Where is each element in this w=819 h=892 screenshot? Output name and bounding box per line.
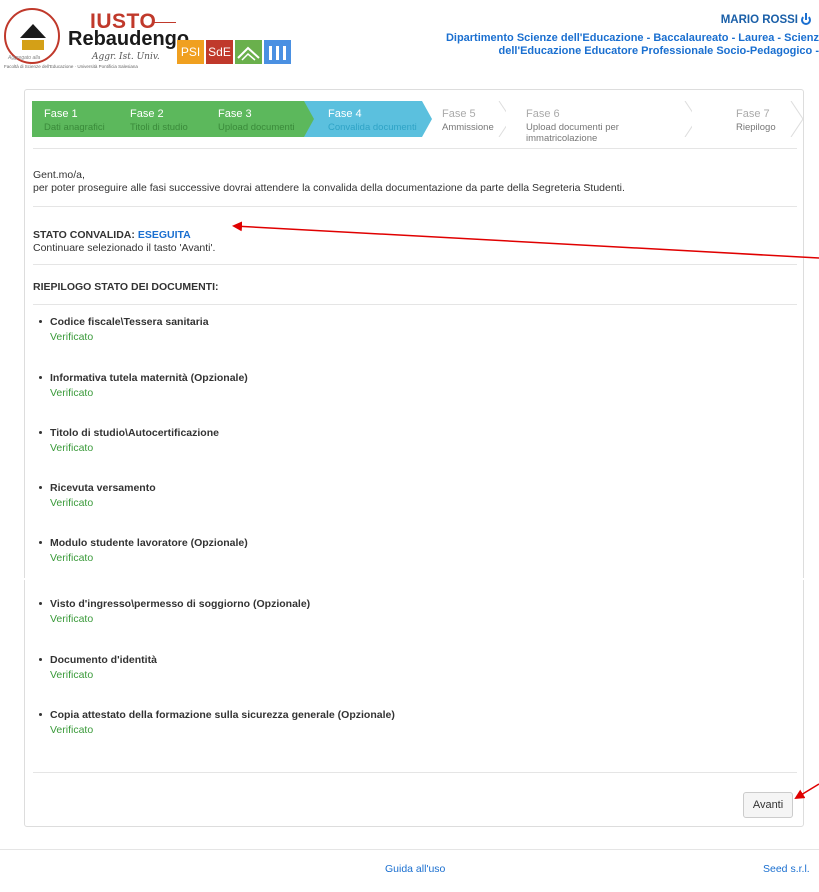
document-item: Informativa tutela maternità (Opzionale)… xyxy=(39,372,248,399)
step-4[interactable]: Fase 4 Convalida documenti xyxy=(304,101,432,137)
document-name: Modulo studente lavoratore (Opzionale) xyxy=(50,537,248,549)
divider xyxy=(33,304,797,305)
logout-power-icon[interactable] xyxy=(801,13,811,25)
divider xyxy=(33,206,797,207)
step-subtitle: Convalida documenti xyxy=(328,122,417,133)
document-item: Ricevuta versamento Verificato xyxy=(39,482,156,509)
step-subtitle: Dati anagrafici xyxy=(44,122,105,133)
step-title: Fase 5 xyxy=(442,108,476,120)
document-name: Codice fiscale\Tessera sanitaria xyxy=(50,316,209,328)
step-subtitle: Upload documenti xyxy=(218,122,295,133)
company-link[interactable]: Seed s.r.l. xyxy=(763,863,810,875)
department-line-2: dell'Educazione Educatore Professionale … xyxy=(498,45,819,57)
step-6: Fase 6 Upload documenti per immatricolaz… xyxy=(506,101,698,144)
step-title: Fase 4 xyxy=(328,108,362,120)
document-item: Modulo studente lavoratore (Opzionale) Ve… xyxy=(39,537,248,564)
riepilogo-title: RIEPILOGO STATO DEI DOCUMENTI: xyxy=(33,281,219,293)
stato-hint: Continuare selezionado il tasto 'Avanti'… xyxy=(33,242,216,254)
blue-columns-icon xyxy=(264,40,291,64)
document-status: Verificato xyxy=(50,331,94,343)
step-arrow xyxy=(110,101,120,137)
step-title: Fase 2 xyxy=(130,108,164,120)
step-title: Fase 6 xyxy=(526,108,560,120)
step-2[interactable]: Fase 2 Titoli di studio xyxy=(110,101,208,137)
stato-value: ESEGUITA xyxy=(137,229,191,241)
document-status: Verificato xyxy=(50,387,94,399)
document-item: Documento d'identità Verificato xyxy=(39,654,157,681)
step-arrow xyxy=(304,101,314,137)
document-name: Informativa tutela maternità (Opzionale) xyxy=(50,372,248,384)
document-status: Verificato xyxy=(50,442,94,454)
document-item: Visto d'ingresso\permesso di soggiorno (… xyxy=(39,598,311,625)
document-name: Ricevuta versamento xyxy=(50,482,156,494)
step-title: Fase 3 xyxy=(218,108,252,120)
logo-faculty: Facoltà di Scienze dell'Educazione · Uni… xyxy=(4,64,138,69)
document-status: Verificato xyxy=(50,613,94,625)
logo-signature: Aggr. Ist. Univ. xyxy=(92,52,160,62)
logo-divider xyxy=(152,22,176,23)
document-status: Verificato xyxy=(50,724,94,736)
wizard-card: Fase 1 Dati anagrafici Fase 2 Titoli di … xyxy=(24,89,804,827)
psi-badge: PSI xyxy=(177,40,204,64)
greeting: Gent.mo/a, xyxy=(33,169,85,181)
document-name: Titolo di studio\Autocertificazione xyxy=(50,427,219,439)
step-3[interactable]: Fase 3 Upload documenti xyxy=(198,101,314,137)
step-chevron xyxy=(790,101,804,137)
user-name: MARIO ROSSI xyxy=(720,14,798,26)
step-subtitle: Riepilogo xyxy=(736,122,776,133)
divider xyxy=(33,148,797,149)
department-title: Dipartimento Scienze dell'Educazione - B… xyxy=(446,32,819,58)
step-7: Fase 7 Riepilogo xyxy=(692,101,804,137)
footer-divider xyxy=(0,849,819,850)
document-name: Visto d'ingresso\permesso di soggiorno (… xyxy=(50,598,311,610)
document-item: Codice fiscale\Tessera sanitaria Verifica… xyxy=(39,316,209,343)
wizard-steps: Fase 1 Dati anagrafici Fase 2 Titoli di … xyxy=(32,101,804,144)
user-menu[interactable]: MARIO ROSSI xyxy=(720,13,811,26)
divider xyxy=(33,772,797,773)
logo-tagline: Aggregato alla xyxy=(8,55,41,61)
document-status: Verificato xyxy=(50,669,94,681)
green-roof-icon xyxy=(235,40,262,64)
iusto-logo[interactable]: IUSTO Rebaudengo Aggr. Ist. Univ. Aggreg… xyxy=(4,8,194,72)
step-subtitle: Titoli di studio xyxy=(130,122,188,133)
step-subtitle: Ammissione xyxy=(442,122,494,133)
document-status: Verificato xyxy=(50,552,94,564)
step-arrow xyxy=(198,101,208,137)
step-title: Fase 1 xyxy=(44,108,78,120)
step-5: Fase 5 Ammissione xyxy=(422,101,512,137)
document-item: Titolo di studio\Autocertificazione Verif… xyxy=(39,427,219,454)
screenshot-seam xyxy=(0,578,819,580)
stato-convalida: STATO CONVALIDA: ESEGUITA xyxy=(33,229,191,241)
step-subtitle: Upload documenti per immatricolazione xyxy=(526,122,619,144)
next-button[interactable]: Avanti xyxy=(743,792,793,818)
document-name: Copia attestato della formazione sulla s… xyxy=(50,709,395,721)
sde-badge: SdE xyxy=(206,40,233,64)
top-header: IUSTO Rebaudengo Aggr. Ist. Univ. Aggreg… xyxy=(0,0,819,78)
document-name: Documento d'identità xyxy=(50,654,157,666)
stato-label: STATO CONVALIDA: xyxy=(33,229,138,241)
intro-message: per poter proseguire alle fasi successiv… xyxy=(33,182,625,194)
logo-brand-main: Rebaudengo xyxy=(68,28,190,50)
step-title: Fase 7 xyxy=(736,108,770,120)
step-arrow xyxy=(422,101,432,137)
step-1[interactable]: Fase 1 Dati anagrafici xyxy=(32,101,120,137)
department-line-1: Dipartimento Scienze dell'Educazione - B… xyxy=(445,32,819,44)
document-status: Verificato xyxy=(50,497,94,509)
divider xyxy=(33,264,797,265)
document-item: Copia attestato della formazione sulla s… xyxy=(39,709,395,736)
guide-link[interactable]: Guida all'uso xyxy=(385,863,445,875)
